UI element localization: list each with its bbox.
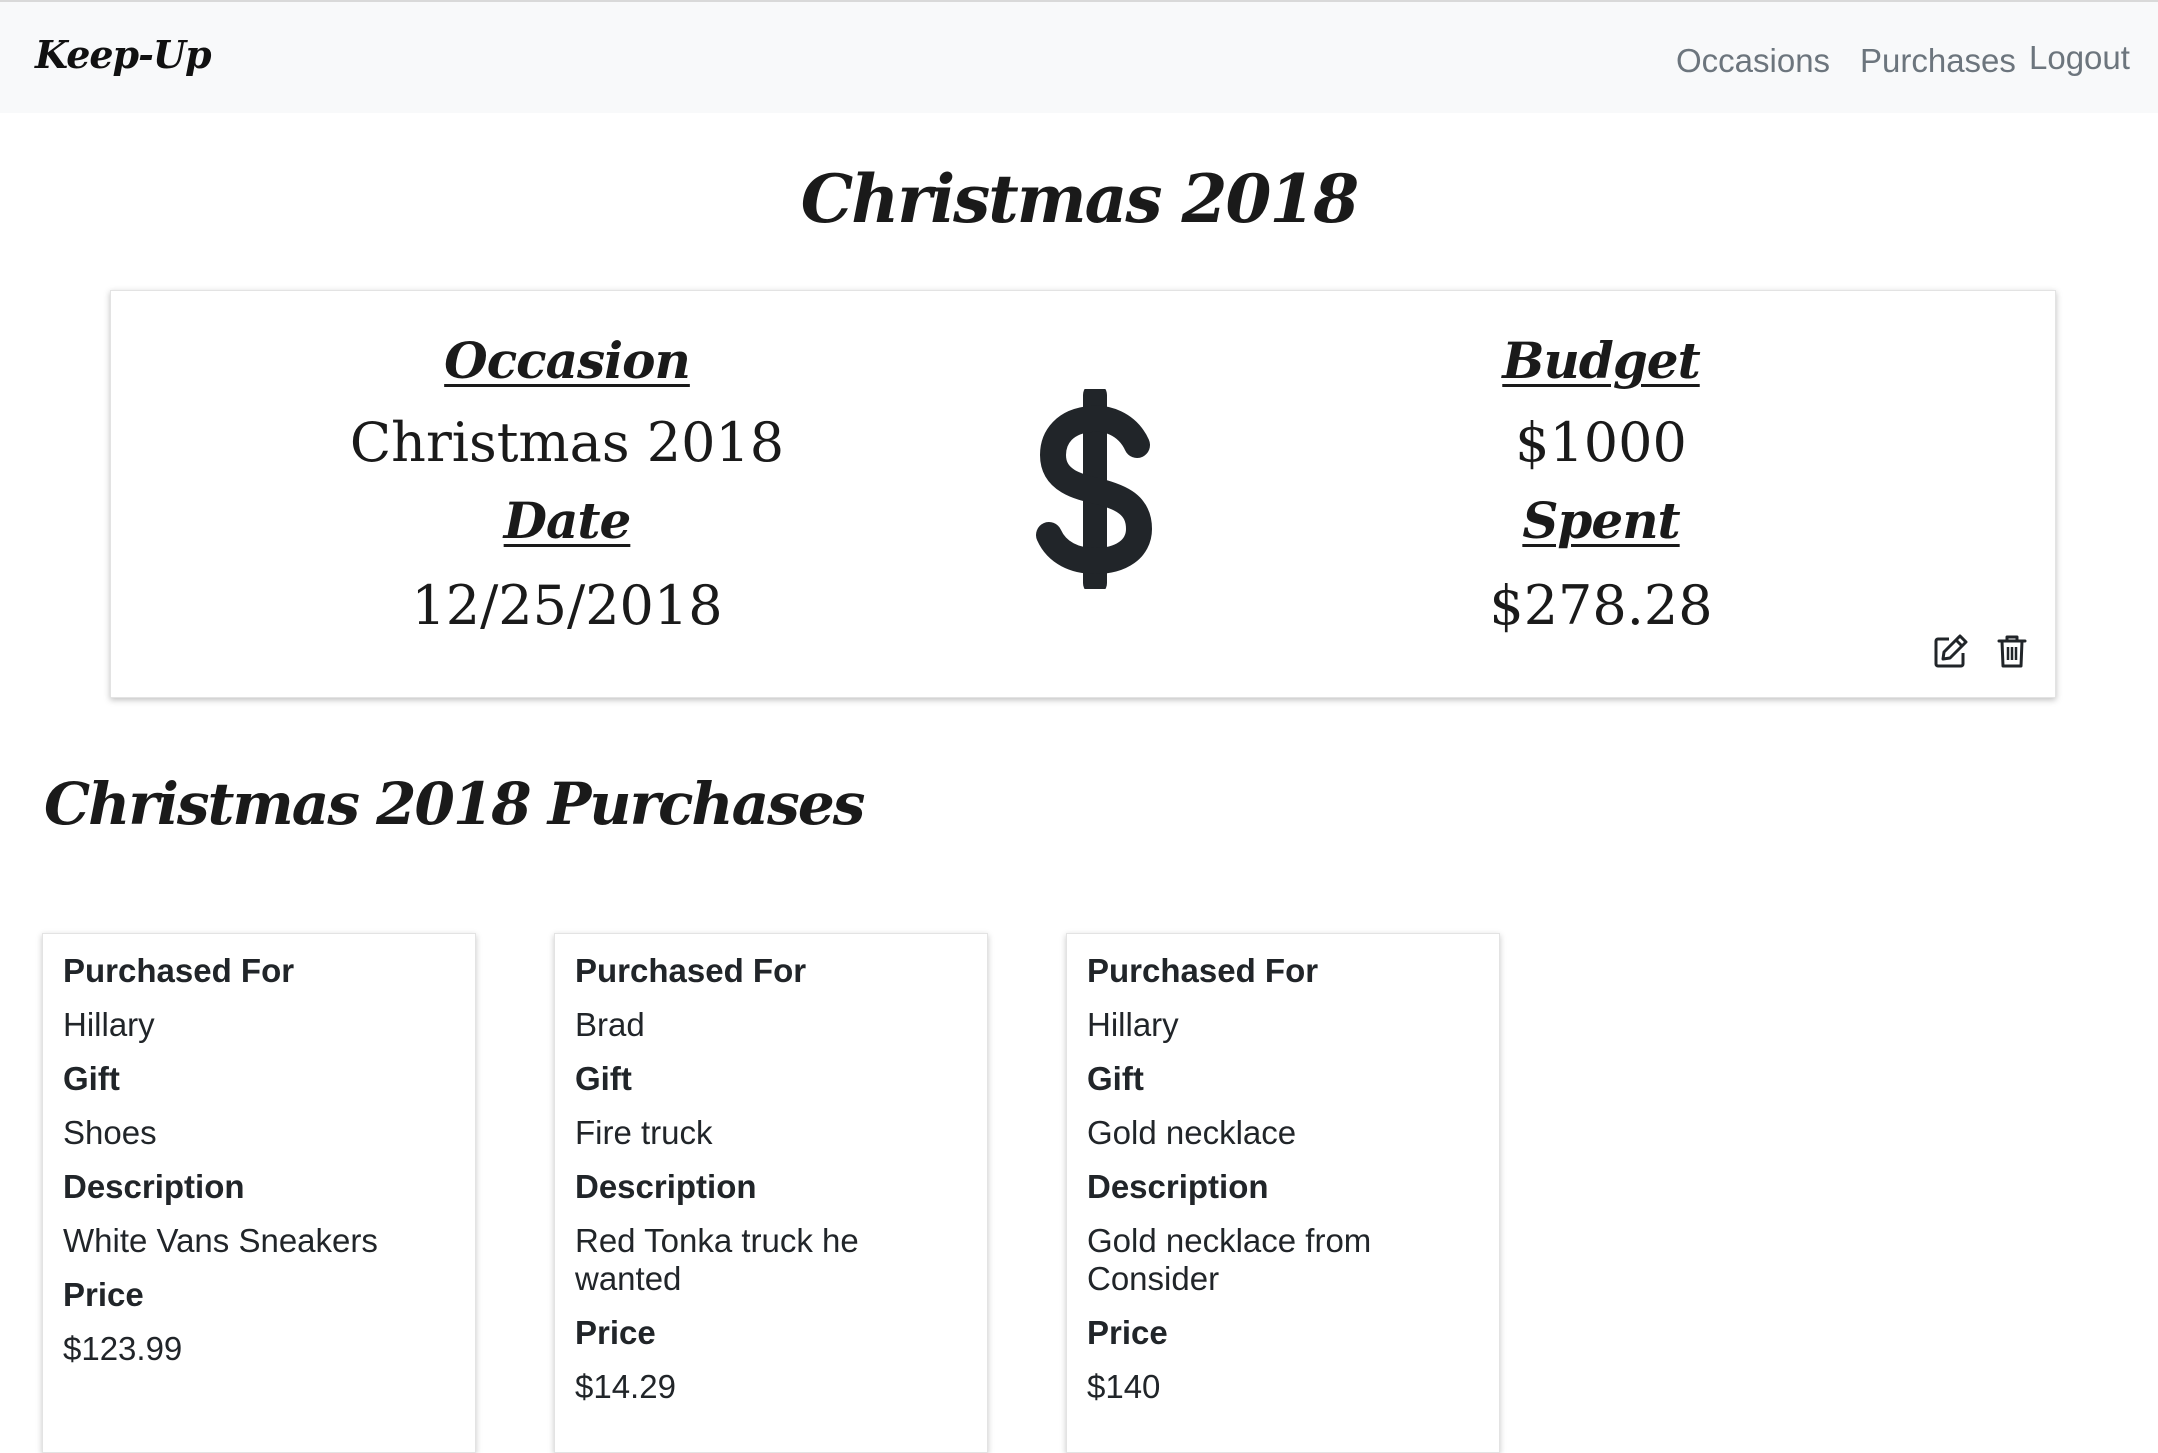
purchase-card: Purchased For Hillary Gift Shoes Descrip… [42, 933, 476, 1453]
description-value: Gold necklace from Consider [1087, 1222, 1372, 1297]
date-value: 12/25/2018 [411, 574, 723, 637]
description-label: Description [63, 1168, 245, 1205]
nav-link-logout[interactable]: Logout [2029, 39, 2130, 77]
gift-value: Gold necklace [1087, 1114, 1297, 1151]
price-label: Price [575, 1314, 656, 1351]
spent-label: Spent [1522, 491, 1680, 550]
purchased-for-value: Brad [575, 1006, 645, 1043]
dollar-sign-icon [1036, 389, 1153, 589]
purchased-for-value: Hillary [63, 1006, 155, 1043]
purchase-card: Purchased For Hillary Gift Gold necklace… [1066, 933, 1500, 1453]
gift-value: Fire truck [575, 1114, 713, 1151]
purchase-card: Purchased For Brad Gift Fire truck Descr… [554, 933, 988, 1453]
brand-logo[interactable]: Keep-Up [35, 32, 212, 77]
page-title: Christmas 2018 [800, 160, 1359, 238]
price-value: $123.99 [63, 1330, 183, 1367]
description-label: Description [1087, 1168, 1269, 1205]
navbar: Keep-Up Occasions Purchases Logout [0, 0, 2158, 113]
edit-icon[interactable] [1933, 633, 1969, 669]
gift-label: Gift [575, 1060, 632, 1097]
purchased-for-value: Hillary [1087, 1006, 1179, 1043]
purchased-for-label: Purchased For [63, 952, 295, 989]
price-label: Price [1087, 1314, 1168, 1351]
description-label: Description [575, 1168, 757, 1205]
gift-label: Gift [63, 1060, 120, 1097]
occasion-value: Christmas 2018 [349, 411, 785, 474]
budget-value: $1000 [1515, 411, 1687, 474]
purchased-for-label: Purchased For [1087, 952, 1319, 989]
description-value: White Vans Sneakers [63, 1222, 378, 1259]
trash-icon[interactable] [1994, 633, 2030, 669]
occasion-label: Occasion [444, 331, 691, 390]
budget-label: Budget [1502, 331, 1700, 390]
nav-link-occasions[interactable]: Occasions [1676, 42, 1830, 80]
price-value: $140 [1087, 1368, 1161, 1405]
price-value: $14.29 [575, 1368, 676, 1405]
purchased-for-label: Purchased For [575, 952, 807, 989]
gift-label: Gift [1087, 1060, 1144, 1097]
gift-value: Shoes [63, 1114, 157, 1151]
description-value: Red Tonka truck he wanted [575, 1222, 859, 1297]
purchases-section-title: Christmas 2018 Purchases [44, 770, 865, 838]
occasion-summary-card: Occasion Christmas 2018 Date 12/25/2018 … [110, 290, 2056, 698]
price-label: Price [63, 1276, 144, 1313]
nav-link-purchases[interactable]: Purchases [1860, 42, 2016, 80]
spent-value: $278.28 [1489, 574, 1713, 637]
date-label: Date [503, 491, 632, 550]
